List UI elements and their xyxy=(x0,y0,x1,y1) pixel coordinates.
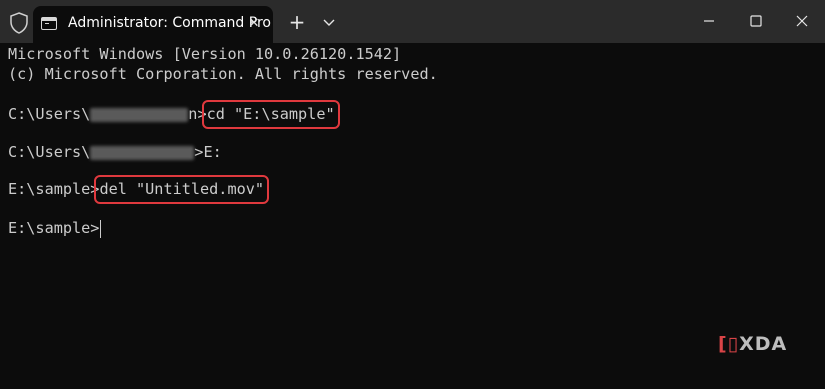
title-bar[interactable]: Administrator: Command Pro ✕ + xyxy=(0,0,825,43)
prompt-text: E:\sample> xyxy=(8,219,100,237)
prompt-text: >E: xyxy=(194,143,222,161)
tab-title: Administrator: Command Pro xyxy=(68,15,271,31)
shield-icon xyxy=(10,12,28,34)
highlighted-command: del "Untitled.mov" xyxy=(94,175,270,204)
text-cursor xyxy=(100,219,102,238)
xda-logo-icon: [▯ xyxy=(718,333,740,355)
tab-command-prompt[interactable]: Administrator: Command Pro ✕ xyxy=(33,6,273,43)
close-button[interactable] xyxy=(779,0,825,43)
redacted-username xyxy=(90,145,195,160)
maximize-icon xyxy=(750,15,762,27)
close-tab-icon[interactable]: ✕ xyxy=(244,14,264,34)
xda-watermark: [▯XDA xyxy=(718,333,788,355)
highlighted-command: cd "E:\sample" xyxy=(201,100,340,129)
prompt-text: E:\sample> xyxy=(8,180,100,198)
minimize-button[interactable] xyxy=(686,0,732,43)
copyright-line: (c) Microsoft Corporation. All rights re… xyxy=(8,65,438,83)
new-tab-button[interactable]: + xyxy=(287,12,307,32)
minimize-icon xyxy=(704,20,714,22)
terminal-icon xyxy=(41,17,57,30)
redacted-username xyxy=(90,107,189,122)
command-line-drive: C:\Users\ >E: xyxy=(8,143,222,162)
command-line-cd: C:\Users\ n>cd "E:\sample" xyxy=(8,100,340,129)
chevron-down-icon[interactable] xyxy=(321,14,337,30)
maximize-button[interactable] xyxy=(733,0,779,43)
prompt-text: C:\Users\ xyxy=(8,105,91,123)
prompt-text: C:\Users\ xyxy=(8,143,91,161)
command-line-current[interactable]: E:\sample> xyxy=(8,219,102,238)
command-line-del: E:\sample>del "Untitled.mov" xyxy=(8,175,270,204)
prompt-text: n> xyxy=(188,105,207,123)
close-icon xyxy=(796,15,808,27)
version-line: Microsoft Windows [Version 10.0.26120.15… xyxy=(8,45,402,63)
